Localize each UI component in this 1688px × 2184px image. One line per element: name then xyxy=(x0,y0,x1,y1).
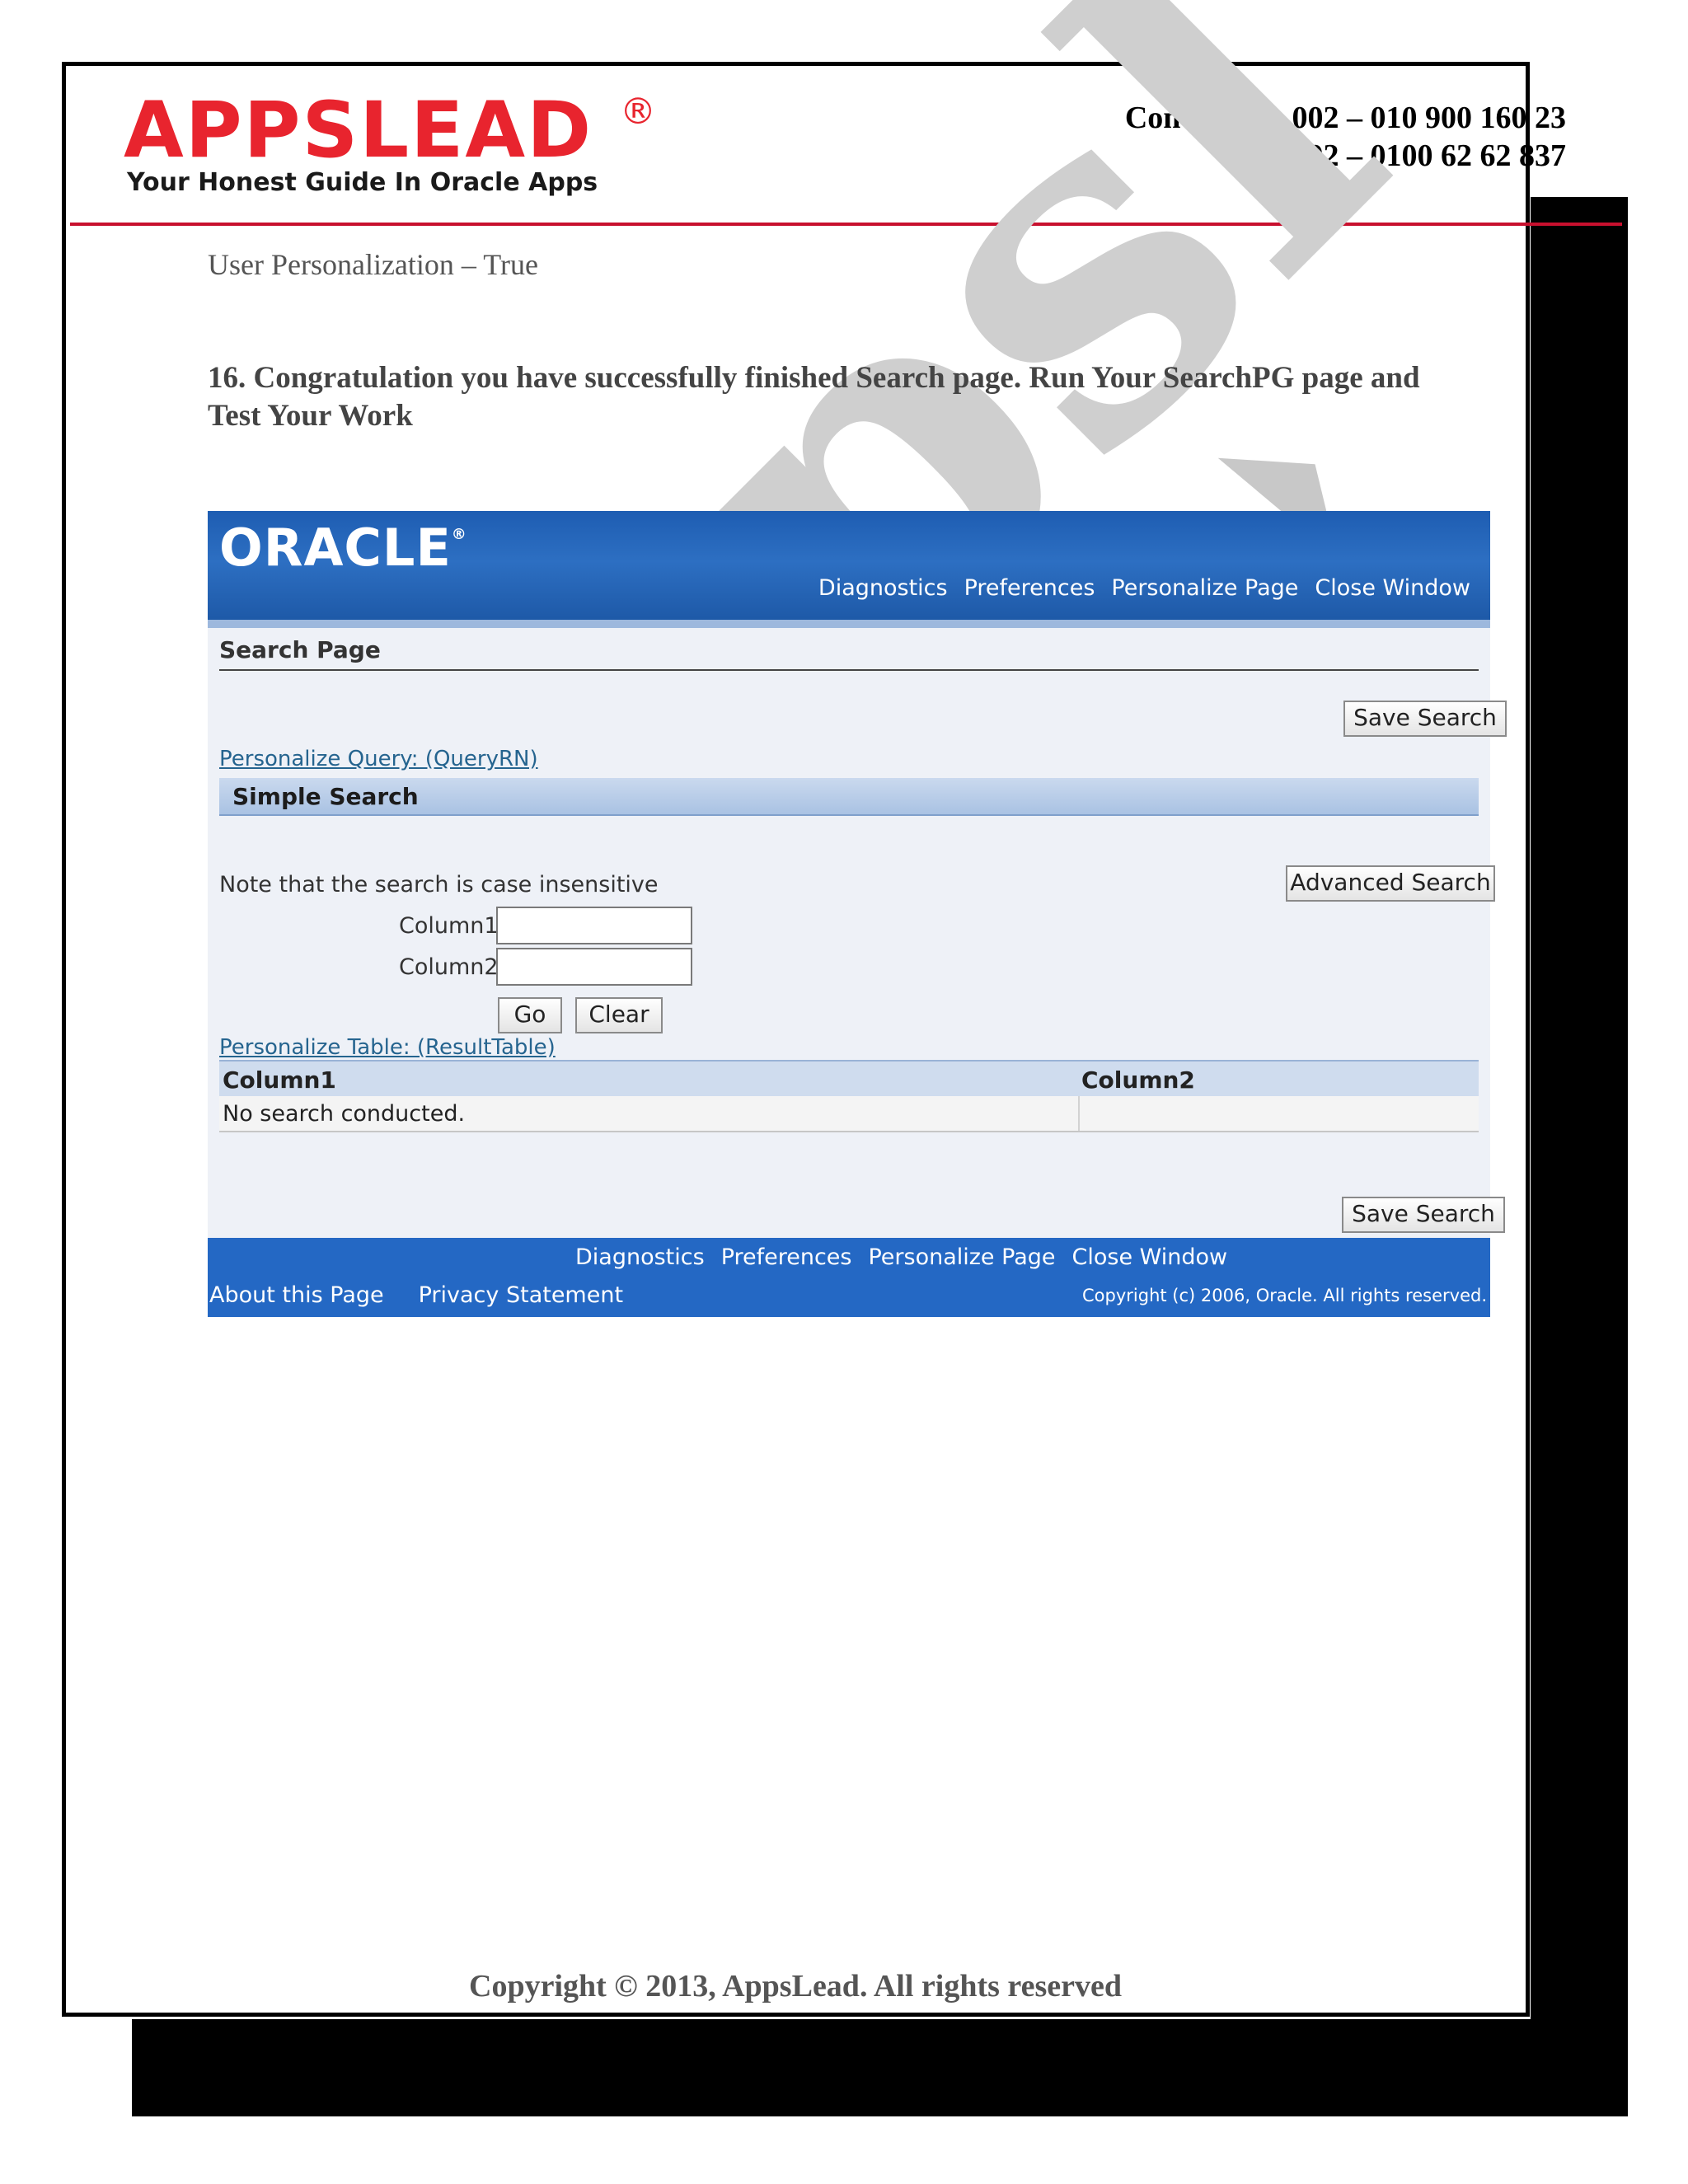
global-link-preferences[interactable]: Preferences xyxy=(964,575,1095,601)
logo-text: APPSLEAD xyxy=(124,86,593,176)
footer-link-diagnostics[interactable]: Diagnostics xyxy=(575,1244,705,1270)
footer-info-links: About this Page Privacy Statement xyxy=(209,1282,623,1308)
page-title-rule xyxy=(219,669,1479,671)
page-shadow-right xyxy=(1531,197,1628,2116)
table-row: No search conducted. xyxy=(219,1096,1479,1132)
footer-link-preferences[interactable]: Preferences xyxy=(721,1244,852,1270)
save-search-button-bottom[interactable]: Save Search xyxy=(1342,1197,1505,1233)
column1-label: Column1 xyxy=(399,913,499,939)
simple-search-header: Simple Search xyxy=(219,778,1479,816)
go-button[interactable]: Go xyxy=(498,997,562,1033)
advanced-search-button[interactable]: Advanced Search xyxy=(1286,865,1495,902)
oracle-footer-bar: Diagnostics Preferences Personalize Page… xyxy=(208,1238,1490,1317)
oracle-logo: ORACLE® xyxy=(219,518,467,578)
oracle-reg-mark: ® xyxy=(451,526,467,543)
results-table: Column1 Column2 No search conducted. xyxy=(219,1060,1479,1132)
footer-global-links: Diagnostics Preferences Personalize Page… xyxy=(575,1244,1227,1270)
footer-link-close-window[interactable]: Close Window xyxy=(1072,1244,1228,1270)
step-instruction: 16. Congratulation you have successfully… xyxy=(208,361,1420,433)
empty-results-message: No search conducted. xyxy=(223,1101,466,1127)
clear-button[interactable]: Clear xyxy=(575,997,663,1033)
page-shadow-bottom xyxy=(132,2019,1628,2116)
column-header-column1[interactable]: Column1 xyxy=(223,1066,336,1094)
global-links: Diagnostics Preferences Personalize Page… xyxy=(818,575,1470,601)
simple-search-title: Simple Search xyxy=(232,783,419,810)
global-link-diagnostics[interactable]: Diagnostics xyxy=(818,575,948,601)
table-column-divider xyxy=(1078,1096,1080,1131)
logo-tagline: Your Honest Guide In Oracle Apps xyxy=(127,168,598,197)
global-link-personalize-page[interactable]: Personalize Page xyxy=(1111,575,1298,601)
personalize-query-link[interactable]: Personalize Query: (QueryRN) xyxy=(219,747,538,771)
global-link-close-window[interactable]: Close Window xyxy=(1315,575,1470,601)
footer-link-personalize-page[interactable]: Personalize Page xyxy=(868,1244,1055,1270)
registered-mark: ® xyxy=(620,91,656,133)
column1-input[interactable] xyxy=(496,907,692,944)
oracle-search-page-screenshot: ORACLE® Diagnostics Preferences Personal… xyxy=(208,511,1507,1317)
column2-label: Column2 xyxy=(399,954,499,980)
page-footer-copyright: Copyright © 2013, AppsLead. All rights r… xyxy=(469,1969,1122,2004)
case-insensitive-note: Note that the search is case insensitive xyxy=(219,872,659,898)
oracle-logo-text: ORACLE xyxy=(219,518,452,578)
page-title: Search Page xyxy=(219,636,381,663)
personalize-table-link[interactable]: Personalize Table: (ResultTable) xyxy=(219,1035,556,1060)
save-search-button-top[interactable]: Save Search xyxy=(1343,701,1507,737)
oracle-brand-bar: ORACLE® Diagnostics Preferences Personal… xyxy=(208,511,1490,628)
oracle-copyright: Copyright (c) 2006, Oracle. All rights r… xyxy=(1082,1286,1487,1305)
section-subtitle: User Personalization – True xyxy=(208,248,538,281)
column-header-column2[interactable]: Column2 xyxy=(1081,1066,1195,1094)
column2-input[interactable] xyxy=(496,948,692,986)
about-this-page-link[interactable]: About this Page xyxy=(209,1282,384,1308)
privacy-statement-link[interactable]: Privacy Statement xyxy=(419,1282,623,1308)
appslead-logo: APPSLEAD ® Your Honest Guide In Oracle A… xyxy=(124,86,668,199)
table-header-row: Column1 Column2 xyxy=(219,1060,1479,1098)
brand-bar-stripe xyxy=(208,620,1490,628)
